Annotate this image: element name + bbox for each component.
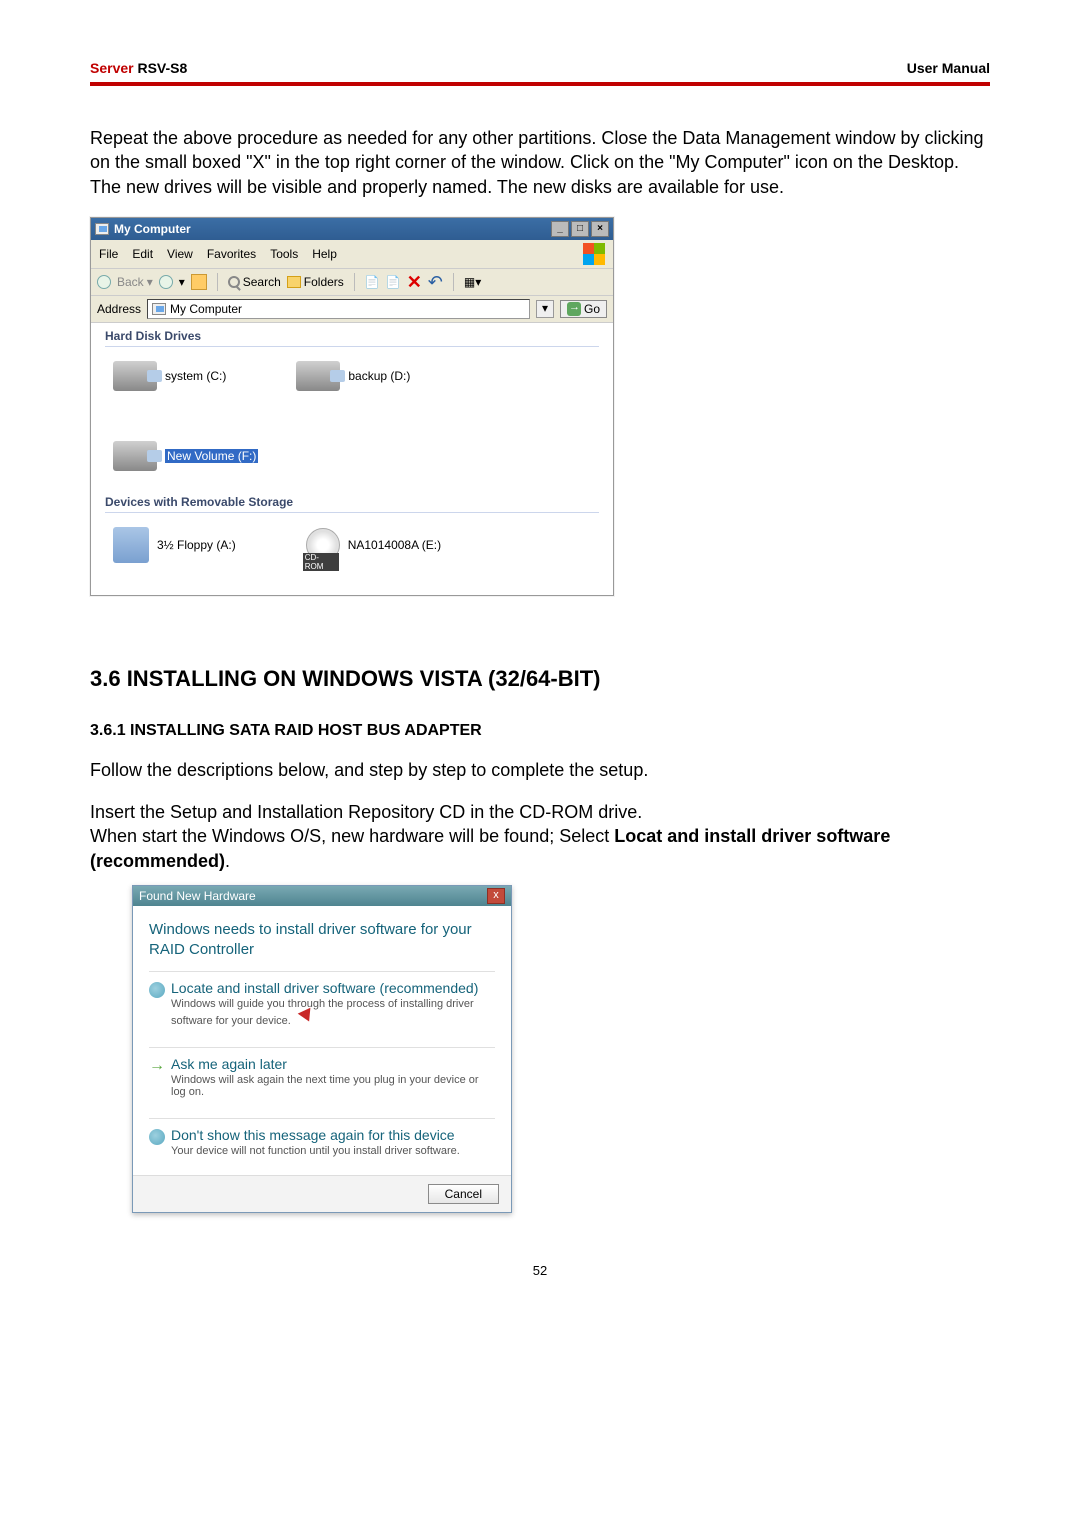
go-button[interactable]: Go	[560, 300, 607, 318]
hdd-icon	[113, 361, 157, 391]
shield-icon	[149, 982, 165, 998]
arrow-right-icon: →	[149, 1060, 165, 1072]
window-title: My Computer	[114, 222, 191, 236]
cancel-button[interactable]: Cancel	[428, 1184, 499, 1204]
drive-cd-e[interactable]: NA1014008A (E:)	[306, 527, 441, 563]
address-dropdown-icon[interactable]: ▾	[536, 300, 554, 318]
setup-intro: Follow the descriptions below, and step …	[90, 758, 990, 782]
close-button[interactable]: ×	[591, 221, 609, 237]
forward-icon[interactable]	[159, 275, 173, 289]
back-button[interactable]: Back ▾	[117, 275, 153, 289]
shield-icon	[149, 1129, 165, 1145]
toolbar-separator	[217, 273, 218, 291]
hdd-icon	[113, 441, 157, 471]
brand-label: Server	[90, 60, 137, 76]
manual-page: Server RSV-S8 User Manual Repeat the abo…	[0, 0, 1080, 1318]
toolbar-separator	[354, 273, 355, 291]
menu-tools[interactable]: Tools	[270, 247, 298, 261]
address-value: My Computer	[170, 302, 242, 316]
mycomputer-icon	[152, 303, 166, 315]
forward-caret-icon[interactable]: ▾	[179, 275, 185, 289]
intro-paragraph: Repeat the above procedure as needed for…	[90, 126, 990, 199]
option-locate-install[interactable]: Locate and install driver software (reco…	[149, 971, 495, 1035]
cd-icon	[306, 528, 340, 562]
page-number: 52	[90, 1263, 990, 1278]
menu-file[interactable]: File	[99, 247, 118, 261]
menu-favorites[interactable]: Favorites	[207, 247, 256, 261]
window-titlebar[interactable]: My Computer _ □ ×	[91, 218, 613, 240]
drive-new-volume-f[interactable]: New Volume (F:)	[113, 441, 258, 471]
option-dont-show[interactable]: Don't show this message again for this d…	[149, 1118, 495, 1165]
mycomputer-icon	[95, 223, 109, 235]
move-to-icon[interactable]: 📄	[365, 275, 380, 289]
setup-steps: Insert the Setup and Installation Reposi…	[90, 800, 990, 873]
page-header: Server RSV-S8 User Manual	[90, 60, 990, 86]
cursor-icon	[298, 1008, 317, 1027]
drive-backup-d[interactable]: backup (D:)	[296, 361, 410, 391]
found-new-hardware-dialog: Found New Hardware x Windows needs to in…	[132, 885, 512, 1213]
menu-bar: File Edit View Favorites Tools Help	[91, 240, 613, 269]
vista-titlebar[interactable]: Found New Hardware x	[133, 886, 511, 906]
views-icon[interactable]: ▦▾	[464, 275, 481, 289]
maximize-button[interactable]: □	[571, 221, 589, 237]
toolbar: Back ▾ ▾ Search Folders 📄 📄 ✕ ↶ ▦▾	[91, 269, 613, 296]
search-button[interactable]: Search	[228, 275, 281, 289]
mycomputer-window: My Computer _ □ × File Edit View Favorit…	[90, 217, 614, 596]
section-3-6-1-title: 3.6.1 INSTALLING SATA RAID HOST BUS ADAP…	[90, 722, 990, 740]
header-right: User Manual	[907, 60, 990, 76]
up-icon[interactable]	[191, 274, 207, 290]
header-left: Server RSV-S8	[90, 60, 187, 76]
menu-edit[interactable]: Edit	[132, 247, 153, 261]
minimize-button[interactable]: _	[551, 221, 569, 237]
close-button[interactable]: x	[487, 888, 505, 904]
vista-title: Found New Hardware	[139, 889, 256, 903]
hdd-icon	[296, 361, 340, 391]
model-label: RSV-S8	[137, 60, 187, 76]
windows-logo-icon	[583, 243, 605, 265]
group-header-removable: Devices with Removable Storage	[105, 489, 599, 513]
address-field[interactable]: My Computer	[147, 299, 530, 319]
folder-icon	[287, 276, 301, 288]
floppy-icon	[113, 527, 149, 563]
undo-icon[interactable]: ↶	[428, 275, 443, 289]
go-arrow-icon	[567, 302, 581, 316]
copy-to-icon[interactable]: 📄	[386, 275, 401, 289]
toolbar-separator	[453, 273, 454, 291]
menu-view[interactable]: View	[167, 247, 193, 261]
address-label: Address	[97, 302, 141, 316]
vista-heading: Windows needs to install driver software…	[149, 920, 495, 959]
folders-button[interactable]: Folders	[287, 275, 344, 289]
drive-system-c[interactable]: system (C:)	[113, 361, 226, 391]
option-ask-later[interactable]: → Ask me again later Windows will ask ag…	[149, 1047, 495, 1106]
section-3-6-title: 3.6 INSTALLING ON WINDOWS VISTA (32/64-B…	[90, 666, 990, 692]
delete-icon[interactable]: ✕	[407, 275, 422, 289]
menu-help[interactable]: Help	[312, 247, 337, 261]
explorer-content: Hard Disk Drives system (C:) backup (D:)…	[91, 323, 613, 595]
address-bar: Address My Computer ▾ Go	[91, 296, 613, 323]
drive-floppy-a[interactable]: 3½ Floppy (A:)	[113, 527, 236, 563]
back-icon[interactable]	[97, 275, 111, 289]
search-icon	[228, 276, 240, 288]
group-header-hdd: Hard Disk Drives	[105, 323, 599, 347]
